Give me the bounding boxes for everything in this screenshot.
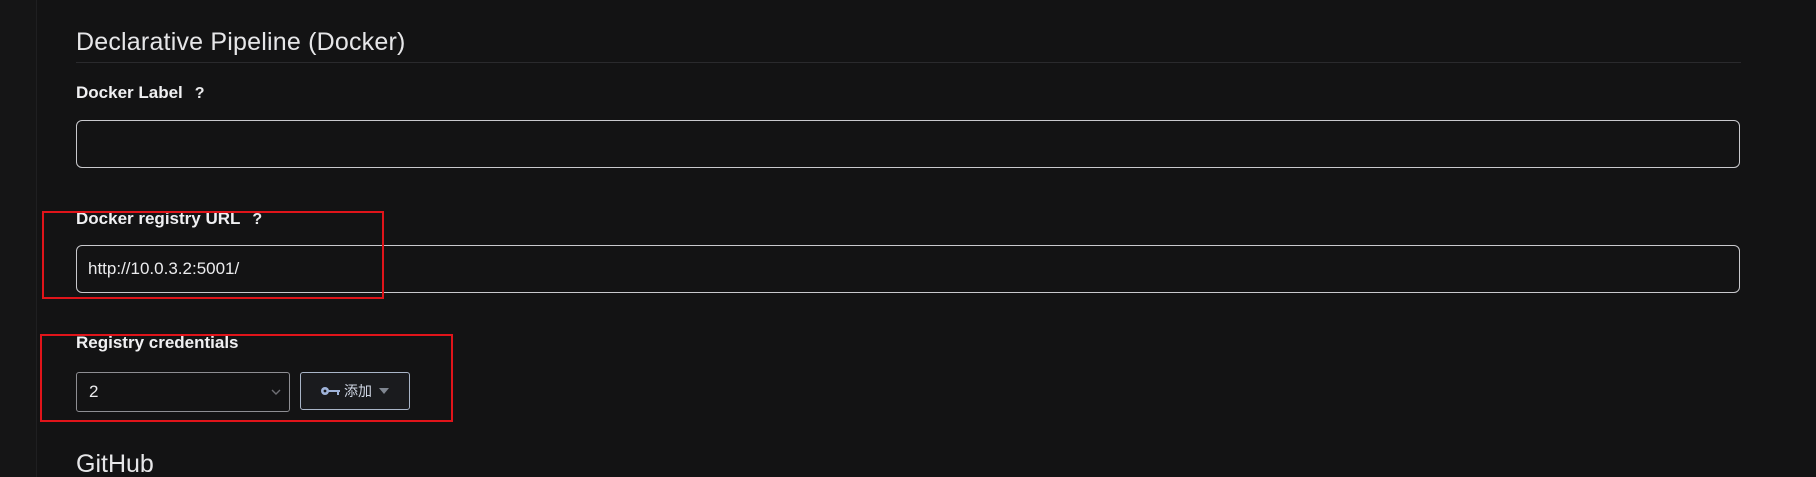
left-rail (0, 0, 37, 477)
pipeline-config-page: Declarative Pipeline (Docker) Docker Lab… (0, 0, 1816, 477)
section-divider (76, 62, 1741, 63)
registry-url-help-icon[interactable]: ? (252, 211, 262, 229)
chevron-down-icon (271, 389, 281, 395)
credentials-select-value: 2 (89, 382, 99, 401)
key-icon (321, 387, 340, 395)
registry-url-input[interactable] (76, 245, 1740, 293)
github-section-title: GitHub (76, 450, 154, 477)
add-credentials-button[interactable]: 添加 (300, 372, 410, 410)
section-title: Declarative Pipeline (Docker) (76, 28, 406, 56)
registry-credentials-label: Registry credentials (76, 333, 239, 352)
docker-label-input[interactable] (76, 120, 1740, 168)
docker-label-help-icon[interactable]: ? (195, 85, 205, 103)
docker-label-label-text: Docker Label (76, 83, 183, 102)
caret-down-icon (379, 388, 389, 394)
docker-label-field-label: Docker Label? (76, 83, 205, 103)
credentials-select[interactable]: 2 (76, 372, 290, 412)
registry-url-label-text: Docker registry URL (76, 209, 241, 228)
add-credentials-label: 添加 (344, 384, 372, 400)
registry-url-field-label: Docker registry URL? (76, 209, 262, 229)
